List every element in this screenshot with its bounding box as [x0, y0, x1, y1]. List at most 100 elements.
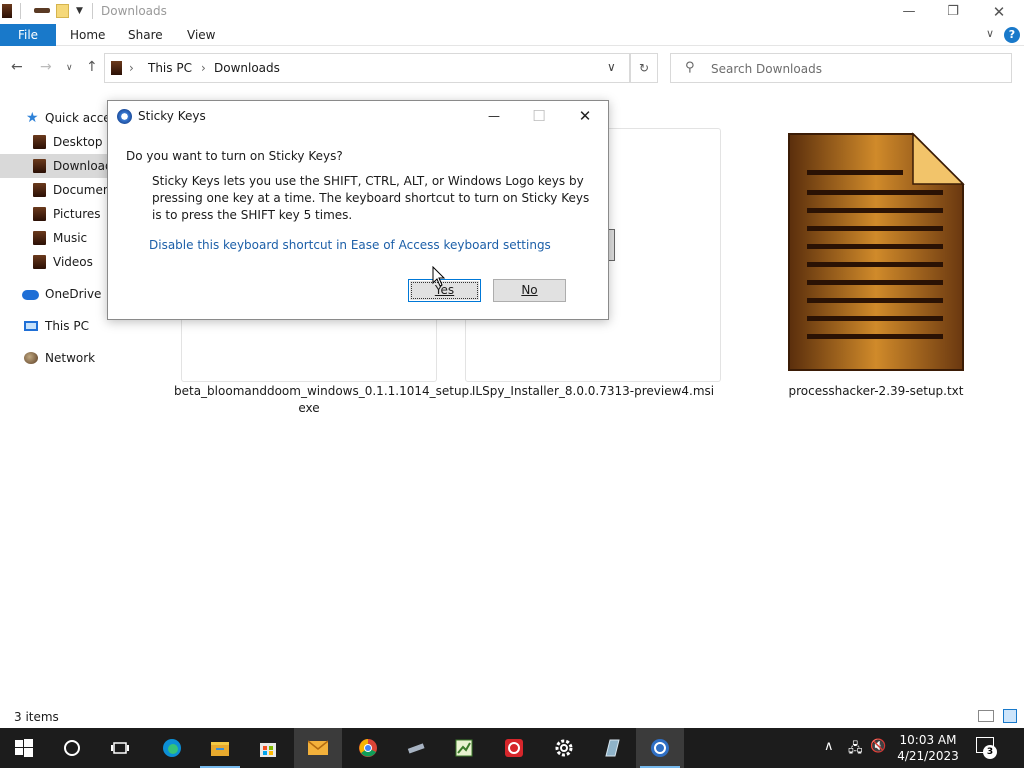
taskbar-app-6[interactable] — [440, 728, 488, 768]
clock-time: 10:03 AM — [899, 733, 957, 747]
network-utility-icon — [407, 743, 425, 754]
taskbar-store[interactable] — [244, 728, 292, 768]
task-view-button[interactable] — [96, 728, 144, 768]
taskbar-app-9[interactable] — [588, 728, 636, 768]
folder-icon — [33, 231, 46, 245]
chart-app-icon — [455, 739, 473, 757]
search-placeholder: Search Downloads — [711, 62, 822, 76]
taskbar-app-5[interactable] — [392, 728, 440, 768]
network-icon — [24, 352, 38, 364]
window-title: Downloads — [101, 4, 167, 18]
sidebar-item-label: Pictures — [53, 207, 101, 221]
text-document-icon[interactable] — [785, 130, 967, 374]
sidebar-item-network[interactable]: Network — [0, 346, 156, 370]
sticky-keys-dialog: Sticky Keys — ☐ ✕ Do you want to turn on… — [107, 100, 609, 320]
taskbar-app-7[interactable] — [490, 728, 538, 768]
help-icon[interactable]: ? — [1004, 27, 1020, 43]
address-bar[interactable]: › This PC › Downloads ∨ — [104, 53, 630, 83]
customize-qat-chevron-icon[interactable]: ▼ — [76, 6, 83, 16]
tab-share[interactable]: Share — [128, 24, 163, 46]
recent-locations-chevron-icon[interactable]: ∨ — [66, 63, 73, 73]
folder-icon — [33, 159, 46, 173]
divider — [20, 3, 21, 19]
file-name-line: beta_bloomanddoom_windows_0.1.1.1014_set… — [174, 384, 473, 398]
folder-icon — [33, 255, 46, 269]
search-icon: ⚲ — [685, 60, 695, 75]
ease-of-access-icon — [651, 739, 669, 757]
disable-shortcut-link[interactable]: Disable this keyboard shortcut in Ease o… — [149, 238, 551, 252]
clock[interactable]: 10:03 AM 4/21/2023 — [890, 732, 966, 764]
no-button[interactable]: No — [493, 279, 566, 302]
dialog-description: Sticky Keys lets you use the SHIFT, CTRL… — [152, 174, 590, 222]
sidebar-item-label: Desktop — [53, 135, 103, 149]
new-folder-icon[interactable] — [56, 4, 69, 18]
expand-ribbon-chevron-icon[interactable]: ∨ — [986, 27, 994, 40]
large-icons-view-icon[interactable] — [1003, 709, 1017, 723]
taskbar-file-explorer[interactable] — [196, 728, 244, 768]
task-view-icon — [111, 742, 129, 754]
onedrive-icon — [22, 290, 39, 300]
breadcrumb-downloads[interactable]: Downloads — [214, 61, 280, 75]
restore-button[interactable]: ❐ — [930, 2, 976, 22]
mail-icon — [308, 740, 328, 755]
app-folder-icon — [2, 4, 12, 18]
folder-icon — [111, 61, 122, 75]
sidebar-item-label: Music — [53, 231, 88, 245]
show-hidden-icons-chevron-icon[interactable]: ∧ — [824, 739, 834, 754]
details-view-icon[interactable] — [978, 710, 994, 722]
cortana-circle-icon — [64, 740, 80, 756]
clock-date: 4/21/2023 — [897, 749, 959, 763]
status-item-count: 3 items — [14, 710, 59, 724]
file-name-ilspy-msi[interactable]: ILSpy_Installer_8.0.0.7313-preview4.msi — [458, 383, 728, 400]
refresh-button[interactable]: ↻ — [630, 53, 658, 83]
forward-arrow-icon[interactable]: → — [40, 59, 52, 75]
address-dropdown-chevron-icon[interactable]: ∨ — [607, 60, 616, 74]
refresh-icon: ↻ — [638, 61, 650, 75]
sidebar-item-label: Network — [45, 351, 96, 365]
taskbar-edge[interactable] — [148, 728, 196, 768]
dialog-close-button[interactable]: ✕ — [565, 105, 605, 127]
properties-icon[interactable] — [34, 8, 50, 13]
windows-logo-icon — [15, 739, 33, 757]
taskbar-chrome[interactable] — [344, 728, 392, 768]
divider — [92, 3, 93, 19]
store-icon — [260, 743, 276, 757]
up-arrow-icon[interactable]: ↑ — [86, 59, 98, 75]
taskbar-settings[interactable] — [540, 728, 588, 768]
tab-home[interactable]: Home — [70, 24, 105, 46]
mouse-cursor-icon — [432, 266, 446, 287]
notebook-app-icon — [605, 739, 620, 757]
search-button[interactable] — [48, 728, 96, 768]
sidebar-item-label: This PC — [45, 319, 89, 333]
minimize-button[interactable]: — — [886, 2, 932, 22]
star-icon: ★ — [26, 110, 39, 126]
folder-icon — [33, 135, 46, 149]
close-button[interactable]: ✕ — [976, 2, 1022, 22]
dialog-question: Do you want to turn on Sticky Keys? — [126, 149, 343, 163]
edge-icon — [163, 739, 181, 757]
dialog-minimize-button[interactable]: — — [474, 105, 514, 127]
ribbon-tabs: File Home Share View ∨ ? — [0, 24, 1024, 46]
file-explorer-icon — [211, 742, 229, 756]
tab-file[interactable]: File — [0, 24, 56, 46]
back-arrow-icon[interactable]: ← — [11, 59, 23, 75]
taskbar-mail[interactable] — [294, 728, 342, 768]
breadcrumb-this-pc[interactable]: This PC — [148, 61, 192, 75]
file-name-setup-exe[interactable]: beta_bloomanddoom_windows_0.1.1.1014_set… — [174, 383, 473, 417]
taskbar: ∧ 🖧 🔇 10:03 AM 4/21/2023 3 — [0, 728, 1024, 768]
chrome-icon — [359, 739, 377, 757]
explorer-titlebar: ▼ Downloads — ❐ ✕ — [0, 0, 1024, 24]
dialog-maximize-button: ☐ — [532, 107, 546, 125]
volume-muted-icon[interactable]: 🔇 — [870, 739, 886, 754]
file-name-processhacker-txt[interactable]: processhacker-2.39-setup.txt — [741, 383, 1011, 400]
folder-icon — [33, 207, 46, 221]
tab-view[interactable]: View — [187, 24, 215, 46]
start-button[interactable] — [0, 728, 48, 768]
network-tray-icon[interactable]: 🖧 — [848, 739, 863, 761]
search-box[interactable]: ⚲ Search Downloads — [670, 53, 1012, 83]
red-app-icon — [505, 739, 523, 757]
breadcrumb-chevron-icon: › — [129, 61, 134, 75]
taskbar-sticky-keys[interactable] — [636, 728, 684, 768]
computer-icon — [24, 321, 38, 331]
gear-icon — [555, 739, 573, 757]
